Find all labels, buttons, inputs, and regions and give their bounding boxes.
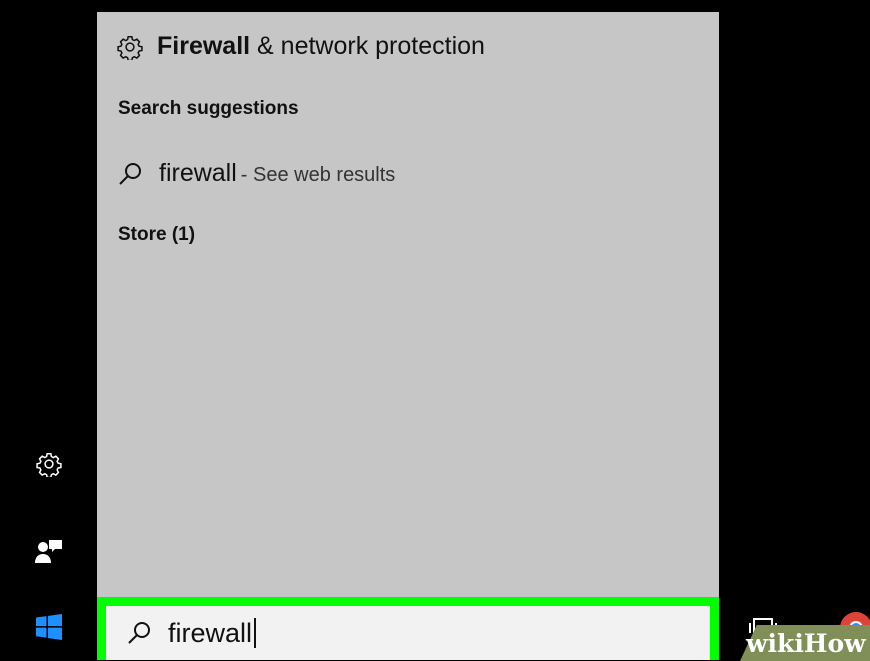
gear-icon [35,451,62,477]
suggestion-term: firewall [159,159,237,187]
wikihow-watermark: wikiHow [746,629,866,658]
gear-icon [117,34,143,60]
start-menu-rail [0,0,97,660]
search-input[interactable]: firewall [106,606,710,660]
feedback-button[interactable] [0,521,97,581]
suggestion-hint: - See web results [240,163,396,186]
settings-button[interactable] [0,434,97,494]
search-results-panel: Firewall & network protection Search sug… [97,12,719,597]
feedback-icon [34,537,64,565]
search-icon [117,161,143,187]
section-header-search-suggestions: Search suggestions [118,98,299,119]
top-result-title: Firewall & network protection [157,32,485,60]
search-icon [126,620,152,646]
search-box-highlight: firewall [97,597,719,660]
section-header-store[interactable]: Store (1) [118,224,195,246]
text-caret [254,618,257,648]
start-button[interactable] [0,597,97,657]
search-query-text: firewall [168,617,253,648]
top-result-firewall[interactable]: Firewall & network protection [117,32,485,61]
windows-start-icon [35,614,62,640]
suggestion-item-firewall[interactable]: firewall - See web results [117,159,395,188]
